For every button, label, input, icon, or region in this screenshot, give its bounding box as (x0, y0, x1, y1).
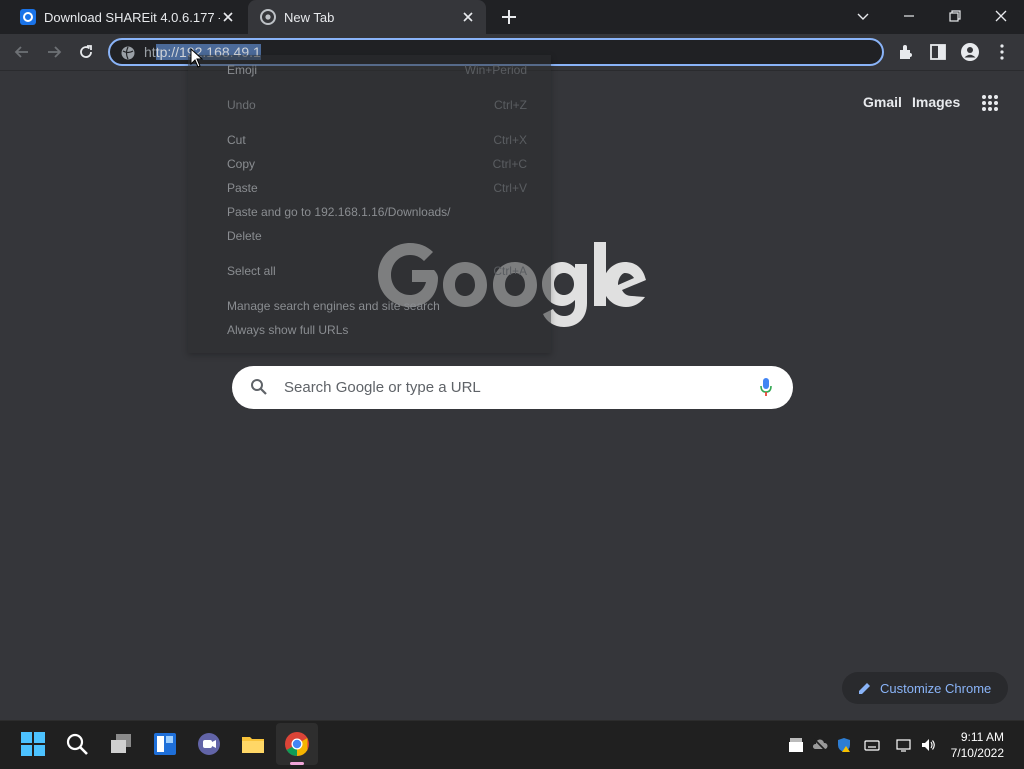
tab-new-tab[interactable]: New Tab (248, 0, 486, 34)
network-icon[interactable] (896, 737, 912, 753)
search-icon[interactable] (64, 731, 90, 757)
file-explorer-icon[interactable] (240, 731, 266, 757)
menu-icon[interactable] (992, 42, 1012, 62)
reload-icon[interactable] (76, 42, 96, 62)
context-menu: Emoji Win+Period Undo Ctrl+Z Cut Ctrl+X Cop… (188, 55, 551, 353)
menu-item-show-full-urls[interactable]: Always show full URLs (227, 323, 527, 337)
menu-item-shortcut: Ctrl+X (493, 133, 527, 147)
menu-item-cut[interactable]: Cut Ctrl+X (227, 133, 527, 147)
menu-item-undo[interactable]: Undo Ctrl+Z (227, 98, 527, 112)
address-text-unselected: ht (144, 44, 156, 60)
search-placeholder: Search Google or type a URL (284, 379, 481, 396)
system-clock[interactable]: 9:11 AM 7/10/2022 (951, 729, 1004, 761)
restore-icon[interactable] (945, 6, 965, 26)
new-tab-icon[interactable] (500, 8, 518, 26)
teams-chat-icon[interactable] (196, 731, 222, 757)
pencil-icon (859, 683, 870, 694)
menu-item-paste-and-go[interactable]: Paste and go to 192.168.1.16/Downloads/ (227, 205, 527, 219)
security-shield-icon[interactable] (836, 737, 852, 753)
profile-icon[interactable] (960, 42, 980, 62)
extensions-icon[interactable] (896, 42, 916, 62)
menu-item-label: Undo (227, 98, 256, 112)
menu-item-label: Always show full URLs (227, 323, 349, 337)
taskbar: 9:11 AM 7/10/2022 (0, 720, 1024, 769)
menu-item-label: Copy (227, 157, 256, 171)
menu-item-label: Emoji (227, 63, 258, 77)
tab-shareit[interactable]: Download SHAREit 4.0.6.177 - free (8, 0, 246, 34)
chrome-favicon-icon (260, 9, 276, 25)
mouse-cursor-icon (190, 48, 204, 68)
widgets-icon[interactable] (152, 731, 178, 757)
menu-item-shortcut: Ctrl+C (492, 157, 527, 171)
menu-item-label: Manage search engines and site search (227, 299, 440, 313)
menu-item-delete[interactable]: Delete (227, 229, 527, 243)
tab-title: Download SHAREit 4.0.6.177 - free (44, 9, 220, 25)
search-icon (251, 379, 267, 395)
google-apps-icon[interactable] (981, 94, 999, 112)
forward-icon[interactable] (44, 42, 64, 62)
keyboard-icon[interactable] (864, 737, 880, 753)
menu-item-label: Delete (227, 229, 262, 243)
close-tab-icon[interactable] (220, 9, 236, 25)
tab-search-icon[interactable] (853, 6, 873, 26)
minimize-icon[interactable] (899, 6, 919, 26)
menu-item-shortcut: Ctrl+V (493, 181, 527, 195)
close-tab-icon[interactable] (460, 9, 476, 25)
side-panel-icon[interactable] (928, 42, 948, 62)
menu-item-shortcut: Win+Period (464, 63, 527, 77)
windows-start-icon[interactable] (20, 731, 46, 757)
menu-item-shortcut: Ctrl+Z (494, 98, 527, 112)
active-app-indicator (290, 762, 304, 765)
images-link[interactable]: Images (912, 94, 960, 110)
menu-item-label: Select all (227, 264, 276, 278)
hfs-tray-icon[interactable] (788, 737, 804, 753)
menu-item-emoji[interactable]: Emoji Win+Period (227, 63, 527, 77)
voice-search-icon[interactable] (759, 377, 773, 397)
menu-item-label: Paste and go to 192.168.1.16/Downloads/ (227, 205, 451, 219)
chrome-icon[interactable] (284, 731, 310, 757)
tab-title: New Tab (284, 9, 335, 25)
menu-item-paste[interactable]: Paste Ctrl+V (227, 181, 527, 195)
close-window-icon[interactable] (991, 6, 1011, 26)
menu-item-shortcut: Ctrl+A (493, 264, 527, 278)
tab-strip: Download SHAREit 4.0.6.177 - free New Ta… (0, 0, 1024, 34)
volume-icon[interactable] (920, 737, 936, 753)
back-icon[interactable] (12, 42, 32, 62)
task-view-icon[interactable] (108, 731, 134, 757)
menu-item-select-all[interactable]: Select all Ctrl+A (227, 264, 527, 278)
menu-item-manage-search[interactable]: Manage search engines and site search (227, 299, 527, 313)
menu-item-label: Cut (227, 133, 246, 147)
menu-item-label: Paste (227, 181, 258, 195)
site-info-icon[interactable] (120, 45, 136, 61)
gmail-link[interactable]: Gmail (863, 94, 902, 110)
clock-date: 7/10/2022 (950, 746, 1004, 760)
customize-chrome-button[interactable]: Customize Chrome (842, 672, 1008, 704)
menu-item-copy[interactable]: Copy Ctrl+C (227, 157, 527, 171)
shareit-favicon-icon (20, 9, 36, 25)
clock-time: 9:11 AM (960, 730, 1004, 744)
customize-label: Customize Chrome (880, 680, 992, 696)
cloud-offline-icon[interactable] (812, 737, 828, 753)
search-box[interactable]: Search Google or type a URL (232, 366, 793, 409)
